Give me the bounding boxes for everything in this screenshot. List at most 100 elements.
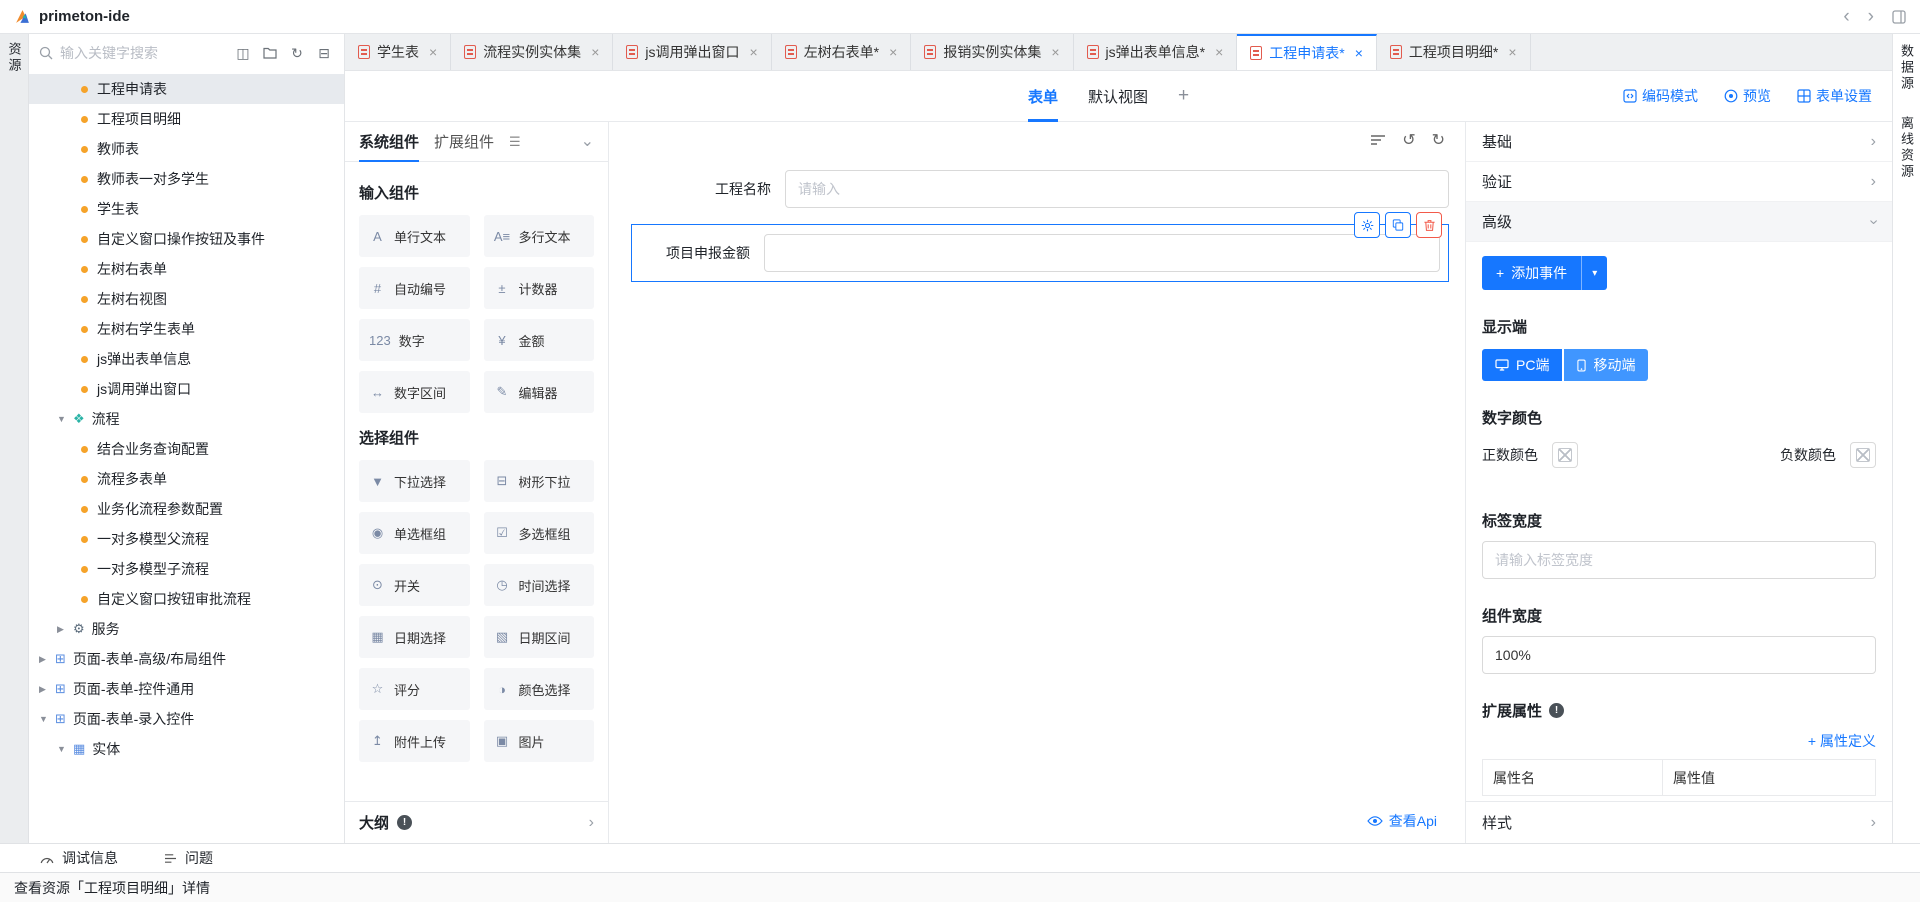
tree-item[interactable]: ▶⊞页面-表单-高级/布局组件 bbox=[29, 644, 344, 674]
tab-close-icon[interactable]: × bbox=[750, 44, 758, 60]
expand-arrow-icon[interactable]: ▶ bbox=[39, 654, 55, 665]
props-section-header[interactable]: 验证› bbox=[1466, 162, 1892, 202]
dropdown-caret-icon[interactable]: ▾ bbox=[1581, 256, 1607, 290]
negative-color-picker[interactable] bbox=[1850, 442, 1876, 468]
editor-tab[interactable]: 流程实例实体集× bbox=[451, 34, 613, 70]
tree-item[interactable]: ▼▦实体 bbox=[29, 734, 344, 764]
editor-tab[interactable]: 报销实例实体集× bbox=[911, 34, 1073, 70]
tree-item[interactable]: ▼⊞页面-表单-录入控件 bbox=[29, 704, 344, 734]
right-strip-tab[interactable]: 数据源 bbox=[1897, 44, 1916, 92]
component-item[interactable]: ▦日期选择 bbox=[359, 616, 470, 658]
component-item[interactable]: ◷时间选择 bbox=[484, 564, 595, 606]
tree-item[interactable]: 工程申请表 bbox=[29, 74, 344, 104]
label-width-input[interactable] bbox=[1482, 541, 1876, 579]
resources-vertical-tab[interactable]: 资源 bbox=[5, 42, 24, 74]
viewbar-action[interactable]: 编码模式 bbox=[1623, 86, 1698, 106]
tree-item[interactable]: ▼❖流程 bbox=[29, 404, 344, 434]
editor-tab[interactable]: js弹出表单信息*× bbox=[1074, 34, 1238, 70]
tree-item[interactable]: 一对多模型父流程 bbox=[29, 524, 344, 554]
tree-item[interactable]: 左树右视图 bbox=[29, 284, 344, 314]
component-item[interactable]: A≡多行文本 bbox=[484, 215, 595, 257]
align-outline-icon[interactable] bbox=[1370, 134, 1386, 146]
tab-close-icon[interactable]: × bbox=[1051, 44, 1059, 60]
tree-item[interactable]: ▶⊞页面-表单-控件通用 bbox=[29, 674, 344, 704]
component-item[interactable]: ±计数器 bbox=[484, 267, 595, 309]
collapse-panel-chevron-icon[interactable]: ⌄ bbox=[581, 134, 594, 150]
viewbar-action[interactable]: 预览 bbox=[1724, 86, 1771, 106]
expand-arrow-icon[interactable]: ▼ bbox=[57, 414, 73, 424]
component-item[interactable]: ◉单选框组 bbox=[359, 512, 470, 554]
view-api-link[interactable]: 查看Api bbox=[1367, 811, 1437, 831]
editor-tab[interactable]: 工程申请表*× bbox=[1237, 34, 1377, 70]
add-view-button[interactable]: + bbox=[1178, 85, 1189, 107]
props-section-style[interactable]: 样式 › bbox=[1466, 801, 1892, 843]
tab-close-icon[interactable]: × bbox=[429, 44, 437, 60]
display-option-button[interactable]: PC端 bbox=[1482, 349, 1562, 381]
field-settings-button[interactable] bbox=[1354, 212, 1380, 238]
component-item[interactable]: ⊟树形下拉 bbox=[484, 460, 595, 502]
refresh-icon[interactable]: ↻ bbox=[287, 43, 307, 63]
tree-item[interactable]: 学生表 bbox=[29, 194, 344, 224]
expand-arrow-icon[interactable]: ▼ bbox=[57, 744, 73, 754]
display-option-button[interactable]: 移动端 bbox=[1564, 349, 1648, 381]
expand-arrow-icon[interactable]: ▶ bbox=[39, 684, 55, 695]
tree-item[interactable]: 一对多模型子流程 bbox=[29, 554, 344, 584]
component-item[interactable]: #自动编号 bbox=[359, 267, 470, 309]
component-item[interactable]: ✎编辑器 bbox=[484, 371, 595, 413]
view-tab[interactable]: 表单 bbox=[1028, 71, 1058, 122]
right-strip-tab[interactable]: 离线资源 bbox=[1897, 116, 1916, 180]
property-define-link[interactable]: + 属性定义 bbox=[1482, 731, 1876, 751]
tree-item[interactable]: 左树右表单 bbox=[29, 254, 344, 284]
tree-item[interactable]: js调用弹出窗口 bbox=[29, 374, 344, 404]
editor-tab[interactable]: 学生表× bbox=[345, 34, 451, 70]
field-copy-button[interactable] bbox=[1385, 212, 1411, 238]
component-item[interactable]: ▧日期区间 bbox=[484, 616, 595, 658]
status-text[interactable]: 查看资源「工程项目明细」详情 bbox=[14, 878, 210, 898]
component-item[interactable]: ↥附件上传 bbox=[359, 720, 470, 762]
outline-bar[interactable]: 大纲 › bbox=[345, 801, 608, 843]
nav-forward-icon[interactable]: › bbox=[1868, 7, 1874, 26]
component-item[interactable]: A单行文本 bbox=[359, 215, 470, 257]
component-item[interactable]: ☆评分 bbox=[359, 668, 470, 710]
undo-icon[interactable]: ↺ bbox=[1402, 130, 1415, 150]
collapse-all-icon[interactable]: ⊟ bbox=[314, 43, 334, 63]
tree-item[interactable]: 工程项目明细 bbox=[29, 104, 344, 134]
add-event-button[interactable]: +添加事件 ▾ bbox=[1482, 256, 1607, 290]
field-input[interactable] bbox=[764, 234, 1440, 272]
tree-item[interactable]: 教师表 bbox=[29, 134, 344, 164]
component-item[interactable]: ¥金额 bbox=[484, 319, 595, 361]
tree-item[interactable]: 教师表一对多学生 bbox=[29, 164, 344, 194]
component-width-input[interactable] bbox=[1482, 636, 1876, 674]
positive-color-picker[interactable] bbox=[1552, 442, 1578, 468]
editor-tab[interactable]: js调用弹出窗口× bbox=[613, 34, 771, 70]
props-section-header[interactable]: 基础› bbox=[1466, 122, 1892, 162]
component-item[interactable]: ▼下拉选择 bbox=[359, 460, 470, 502]
nav-back-icon[interactable]: ‹ bbox=[1843, 7, 1849, 26]
redo-icon[interactable]: ↻ bbox=[1432, 130, 1445, 150]
editor-tab[interactable]: 左树右表单*× bbox=[772, 34, 912, 70]
editor-tab[interactable]: 工程项目明细*× bbox=[1377, 34, 1531, 70]
expand-arrow-icon[interactable]: ▼ bbox=[39, 714, 55, 724]
gallery-icon[interactable]: ◫ bbox=[233, 43, 253, 63]
component-item[interactable]: ▣图片 bbox=[484, 720, 595, 762]
tree-item[interactable]: ▶⚙服务 bbox=[29, 614, 344, 644]
expand-arrow-icon[interactable]: ▶ bbox=[57, 624, 73, 635]
tab-close-icon[interactable]: × bbox=[1355, 45, 1363, 61]
tab-close-icon[interactable]: × bbox=[591, 44, 599, 60]
component-item[interactable]: ⊙开关 bbox=[359, 564, 470, 606]
tab-close-icon[interactable]: × bbox=[1508, 44, 1516, 60]
tree-item[interactable]: 自定义窗口按钮审批流程 bbox=[29, 584, 344, 614]
tree-item[interactable]: 左树右学生表单 bbox=[29, 314, 344, 344]
component-item[interactable]: 123数字 bbox=[359, 319, 470, 361]
tab-close-icon[interactable]: × bbox=[1215, 44, 1223, 60]
debug-bar-item[interactable]: 问题 bbox=[164, 848, 213, 868]
component-item[interactable]: ◑颜色选择 bbox=[484, 668, 595, 710]
component-item[interactable]: ☑多选框组 bbox=[484, 512, 595, 554]
tree-item[interactable]: js弹出表单信息 bbox=[29, 344, 344, 374]
tree-item[interactable]: 结合业务查询配置 bbox=[29, 434, 344, 464]
component-panel-tab[interactable]: 扩展组件 bbox=[434, 131, 494, 152]
search-input[interactable] bbox=[60, 45, 226, 61]
tree-item[interactable]: 自定义窗口操作按钮及事件 bbox=[29, 224, 344, 254]
layout-icon[interactable] bbox=[1892, 10, 1906, 24]
tree-item[interactable]: 业务化流程参数配置 bbox=[29, 494, 344, 524]
